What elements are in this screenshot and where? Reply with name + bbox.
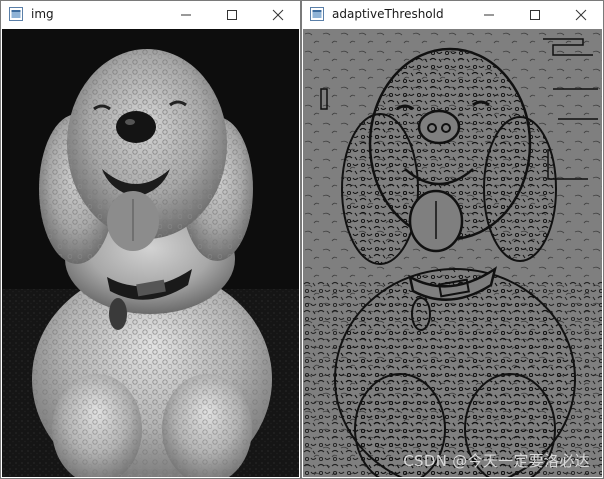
window-title: adaptiveThreshold xyxy=(332,7,444,21)
image-canvas-img xyxy=(2,29,299,477)
maximize-icon xyxy=(530,10,540,20)
close-icon xyxy=(575,9,587,21)
minimize-icon xyxy=(181,14,191,16)
poodle-threshold-image xyxy=(303,29,602,477)
title-bar[interactable]: img xyxy=(1,1,300,29)
close-icon xyxy=(272,9,284,21)
watermark-text: CSDN @今天一定要洛必达 xyxy=(403,452,590,470)
minimize-button[interactable] xyxy=(163,1,209,29)
window-title: img xyxy=(31,7,54,21)
title-bar[interactable]: adaptiveThreshold xyxy=(302,1,603,29)
image-window-img[interactable]: img xyxy=(0,0,301,479)
minimize-button[interactable] xyxy=(466,1,512,29)
app-icon xyxy=(310,7,324,21)
poodle-photo xyxy=(2,29,299,477)
maximize-button[interactable] xyxy=(512,1,558,29)
image-window-adaptivethreshold[interactable]: adaptiveThreshold CSDN @今天一定要洛必达 xyxy=(301,0,604,479)
close-button[interactable] xyxy=(255,1,300,29)
app-icon xyxy=(9,7,23,21)
maximize-icon xyxy=(227,10,237,20)
image-canvas-adaptivethreshold: CSDN @今天一定要洛必达 xyxy=(303,29,602,477)
maximize-button[interactable] xyxy=(209,1,255,29)
minimize-icon xyxy=(484,14,494,16)
close-button[interactable] xyxy=(558,1,603,29)
